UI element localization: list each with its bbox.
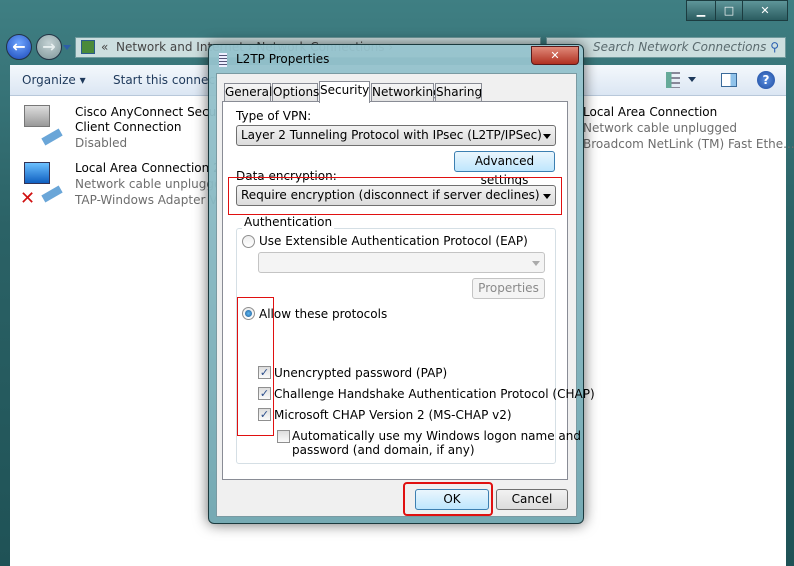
connection-name-line2: Client Connection bbox=[75, 120, 182, 134]
maximize-button[interactable]: □ bbox=[715, 0, 743, 21]
chap-label: Challenge Handshake Authentication Proto… bbox=[274, 387, 595, 401]
tab-general[interactable]: General bbox=[224, 83, 272, 102]
network-folder-icon bbox=[81, 40, 95, 54]
chevron-down-icon bbox=[543, 134, 551, 139]
dialog-close-button[interactable]: ✕ bbox=[531, 46, 579, 65]
eap-method-select[interactable] bbox=[258, 252, 545, 273]
tab-networking[interactable]: Networking bbox=[371, 83, 441, 102]
preview-pane-icon[interactable] bbox=[721, 73, 737, 87]
search-input[interactable]: Search Network Connections bbox=[593, 38, 766, 57]
dialog-title: L2TP Properties bbox=[236, 52, 330, 66]
eap-properties-button[interactable]: Properties bbox=[472, 278, 545, 299]
allow-protocols-label: Allow these protocols bbox=[259, 307, 388, 321]
help-icon[interactable]: ? bbox=[757, 71, 775, 89]
back-button[interactable]: ← bbox=[6, 34, 32, 60]
tab-security[interactable]: Security bbox=[319, 81, 370, 103]
type-of-vpn-label: Type of VPN: bbox=[236, 109, 312, 123]
auto-logon-label: Automatically use my Windows logon name … bbox=[292, 429, 581, 443]
minimize-button[interactable]: ▁ bbox=[686, 0, 716, 21]
network-adapter-icon: ✕ bbox=[20, 160, 64, 209]
disconnected-x-icon: ✕ bbox=[20, 188, 36, 209]
breadcrumb-overflow[interactable]: « bbox=[101, 38, 108, 57]
auto-logon-label-line2: password (and domain, if any) bbox=[292, 443, 475, 457]
annotation-highlight bbox=[403, 482, 493, 516]
connection-name: Local Area Connection bbox=[583, 105, 718, 119]
forward-button[interactable]: → bbox=[36, 34, 62, 60]
network-adapter-icon bbox=[20, 103, 64, 147]
annotation-highlight bbox=[228, 177, 562, 215]
dialog-icon bbox=[219, 53, 227, 67]
search-icon[interactable]: ⚲ bbox=[770, 38, 779, 57]
chevron-down-icon bbox=[532, 261, 540, 266]
cancel-button[interactable]: Cancel bbox=[496, 489, 568, 510]
recent-pages-dropdown[interactable] bbox=[63, 45, 71, 50]
eap-radio[interactable] bbox=[242, 235, 255, 248]
connection-status: Network cable unplugged bbox=[583, 121, 738, 135]
tab-options[interactable]: Options bbox=[272, 83, 319, 102]
pap-label: Unencrypted password (PAP) bbox=[274, 366, 448, 380]
view-dropdown-icon[interactable] bbox=[688, 77, 696, 82]
tab-sharing[interactable]: Sharing bbox=[435, 83, 482, 102]
close-window-button[interactable]: ✕ bbox=[742, 0, 788, 21]
eap-label: Use Extensible Authentication Protocol (… bbox=[259, 234, 528, 248]
connection-status: Network cable unplugged bbox=[75, 177, 230, 191]
connection-device: Broadcom NetLink (TM) Fast Ethe... bbox=[583, 137, 794, 151]
connection-name: Local Area Connection 2 bbox=[75, 161, 221, 175]
connection-device: TAP-Windows Adapter V9 bbox=[75, 193, 226, 207]
change-view-icon[interactable] bbox=[666, 72, 680, 88]
mschapv2-label: Microsoft CHAP Version 2 (MS-CHAP v2) bbox=[274, 408, 512, 422]
authentication-legend: Authentication bbox=[242, 215, 335, 229]
annotation-highlight bbox=[237, 297, 274, 436]
organize-menu[interactable]: Organize ▾ bbox=[22, 73, 86, 87]
type-of-vpn-select[interactable]: Layer 2 Tunneling Protocol with IPsec (L… bbox=[236, 125, 556, 146]
connection-status: Disabled bbox=[75, 136, 128, 150]
advanced-settings-button[interactable]: Advanced settings bbox=[454, 151, 555, 187]
auto-logon-checkbox[interactable] bbox=[277, 430, 290, 443]
